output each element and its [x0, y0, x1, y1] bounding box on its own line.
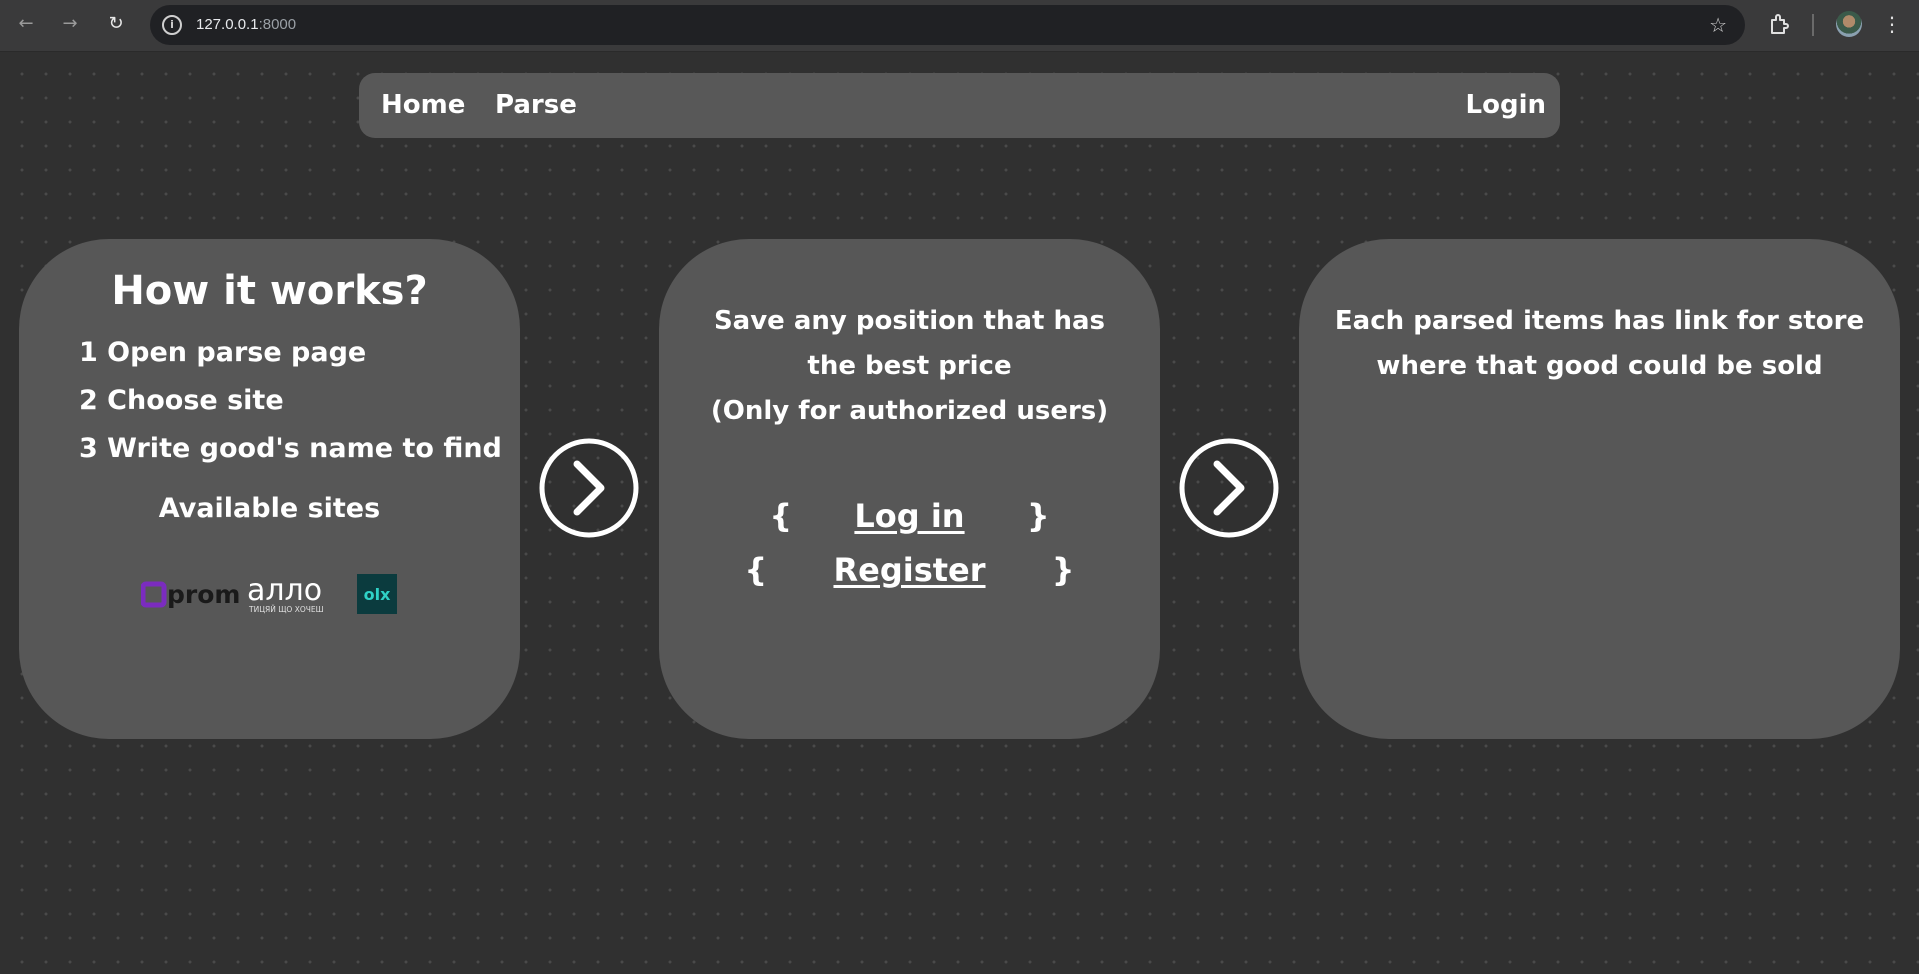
nav-home-link[interactable]: Home — [381, 87, 465, 123]
extensions-icon[interactable] — [1768, 12, 1792, 36]
how-it-works-card: How it works? 1 Open parse page 2 Choose… — [19, 239, 520, 739]
url-port: :8000 — [258, 16, 297, 33]
steps-list: 1 Open parse page 2 Choose site 3 Write … — [79, 329, 502, 473]
site-logos: prom аллo ТИЦЯЙ ЩО ХОЧЕШ olx — [140, 569, 411, 619]
store-text-line: Each parsed items has link for store — [1334, 306, 1865, 336]
url-text[interactable]: 127.0.0.1:8000 — [196, 15, 296, 35]
nav-parse-link[interactable]: Parse — [495, 87, 577, 123]
olx-logo-text: olx — [364, 585, 391, 604]
reload-icon[interactable]: ↻ — [102, 10, 130, 38]
allo-logo-text: аллo — [247, 573, 322, 608]
profile-avatar[interactable] — [1836, 11, 1862, 37]
olx-logo: olx — [357, 574, 397, 614]
step-item: 1 Open parse page — [79, 337, 367, 368]
back-icon[interactable]: ← — [12, 10, 40, 38]
site-logos-svg: prom аллo ТИЦЯЙ ЩО ХОЧЕШ olx — [140, 573, 397, 614]
forward-icon[interactable]: → — [56, 10, 84, 38]
address-bar[interactable]: i 127.0.0.1:8000 ☆ — [150, 5, 1745, 45]
close-brace: } — [1051, 551, 1075, 589]
nav-login-link[interactable]: Login — [1466, 87, 1546, 123]
open-brace: { — [769, 497, 793, 535]
site-info-icon[interactable]: i — [162, 15, 182, 35]
store-link-text: Each parsed items has link for store whe… — [1299, 299, 1900, 389]
next-arrow-icon[interactable] — [1177, 436, 1281, 540]
save-text-line: (Only for authorized users) — [710, 396, 1109, 426]
toolbar-separator — [1812, 14, 1814, 36]
save-position-text: Save any position that has the best pric… — [659, 299, 1160, 434]
save-position-card: Save any position that has the best pric… — [659, 239, 1160, 739]
store-text-line: where that good could be sold — [1376, 351, 1823, 381]
next-arrow-icon[interactable] — [537, 436, 641, 540]
save-text-line: Save any position that has — [713, 306, 1106, 336]
browser-menu-icon[interactable]: ⋮ — [1882, 10, 1902, 38]
store-link-card: Each parsed items has link for store whe… — [1299, 239, 1900, 739]
close-brace: } — [1026, 497, 1050, 535]
save-text-line: the best price — [807, 351, 1012, 381]
login-link[interactable]: Log in — [854, 497, 964, 535]
browser-toolbar: ← → ↻ i 127.0.0.1:8000 ☆ ⋮ — [0, 0, 1919, 52]
step-item: 3 Write good's name to find — [79, 433, 502, 464]
bookmark-star-icon[interactable]: ☆ — [1709, 13, 1727, 37]
allo-logo: аллo ТИЦЯЙ ЩО ХОЧЕШ — [247, 573, 324, 614]
login-link-row: { Log in } — [659, 494, 1160, 538]
available-sites-label: Available sites — [158, 493, 381, 524]
open-brace: { — [744, 551, 768, 589]
register-link[interactable]: Register — [833, 551, 985, 589]
register-link-row: { Register } — [659, 548, 1160, 592]
allo-logo-tagline: ТИЦЯЙ ЩО ХОЧЕШ — [248, 605, 324, 614]
how-it-works-title: How it works? — [111, 268, 428, 314]
url-host: 127.0.0.1 — [196, 16, 259, 33]
prom-logo-text: prom — [167, 580, 240, 609]
prom-logo: prom — [140, 580, 240, 609]
site-navbar: Home Parse Login — [359, 73, 1560, 138]
step-item: 2 Choose site — [79, 385, 284, 416]
